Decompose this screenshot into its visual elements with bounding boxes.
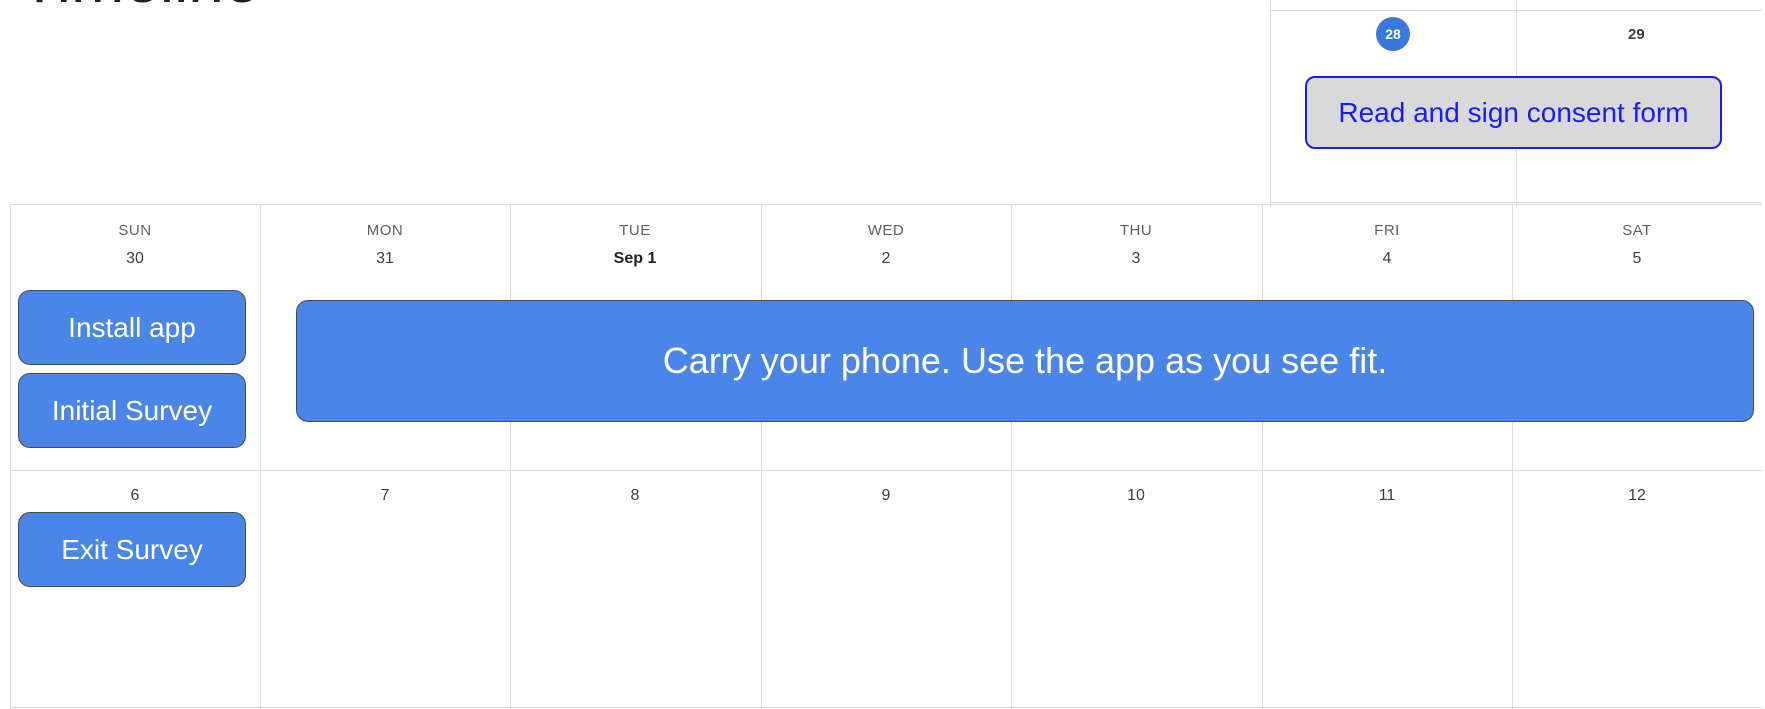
day-number[interactable]: 11: [1262, 487, 1512, 505]
weekday-header-tue: TUE: [619, 222, 651, 239]
main-calendar: SUN MON TUE WED THU FRI SAT 30 31 Sep 1 …: [10, 204, 1762, 709]
grid-line: [1011, 204, 1012, 709]
day-number[interactable]: 7: [260, 487, 510, 505]
grid-line: [10, 204, 11, 709]
today-badge[interactable]: 28: [1376, 17, 1410, 51]
day-number[interactable]: 3: [1011, 250, 1261, 268]
day-number[interactable]: 12: [1512, 487, 1762, 505]
weekday-header-sat: SAT: [1622, 222, 1652, 239]
mini-grid-line: [1270, 0, 1271, 207]
weekday-header-wed: WED: [867, 222, 905, 239]
page-title: Timeline: [20, 0, 259, 12]
weekday-header-sun: SUN: [118, 222, 152, 239]
weekday-header-mon: MON: [366, 222, 404, 239]
day-number[interactable]: 31: [260, 250, 510, 268]
day-number[interactable]: 30: [10, 250, 260, 268]
day-number[interactable]: Sep 1: [510, 250, 760, 268]
grid-line: [10, 204, 1762, 205]
grid-line: [10, 470, 1762, 471]
mini-grid-line: [1270, 202, 1762, 203]
day-number[interactable]: 2: [761, 250, 1011, 268]
day-number[interactable]: 8: [510, 487, 760, 505]
weekday-header-fri: FRI: [1374, 222, 1400, 239]
day-number[interactable]: 5: [1512, 250, 1762, 268]
grid-line: [260, 204, 261, 709]
exit-survey-event[interactable]: Exit Survey: [18, 512, 246, 587]
grid-line: [1262, 204, 1263, 709]
grid-line: [10, 707, 1762, 708]
install-app-event[interactable]: Install app: [18, 290, 246, 365]
grid-line: [761, 204, 762, 709]
initial-survey-event[interactable]: Initial Survey: [18, 373, 246, 448]
grid-line: [510, 204, 511, 709]
day-number[interactable]: 6: [10, 487, 260, 505]
consent-form-event[interactable]: Read and sign consent form: [1305, 76, 1722, 149]
day-number[interactable]: 10: [1011, 487, 1261, 505]
carry-phone-event[interactable]: Carry your phone. Use the app as you see…: [296, 300, 1754, 422]
mini-day-number[interactable]: 29: [1628, 26, 1645, 43]
day-number[interactable]: 9: [761, 487, 1011, 505]
mini-grid-line: [1270, 10, 1762, 11]
grid-line: [1512, 204, 1513, 709]
mini-calendar: 28 29 Read and sign consent form: [1270, 0, 1762, 207]
day-number[interactable]: 4: [1262, 250, 1512, 268]
weekday-header-thu: THU: [1119, 222, 1153, 239]
